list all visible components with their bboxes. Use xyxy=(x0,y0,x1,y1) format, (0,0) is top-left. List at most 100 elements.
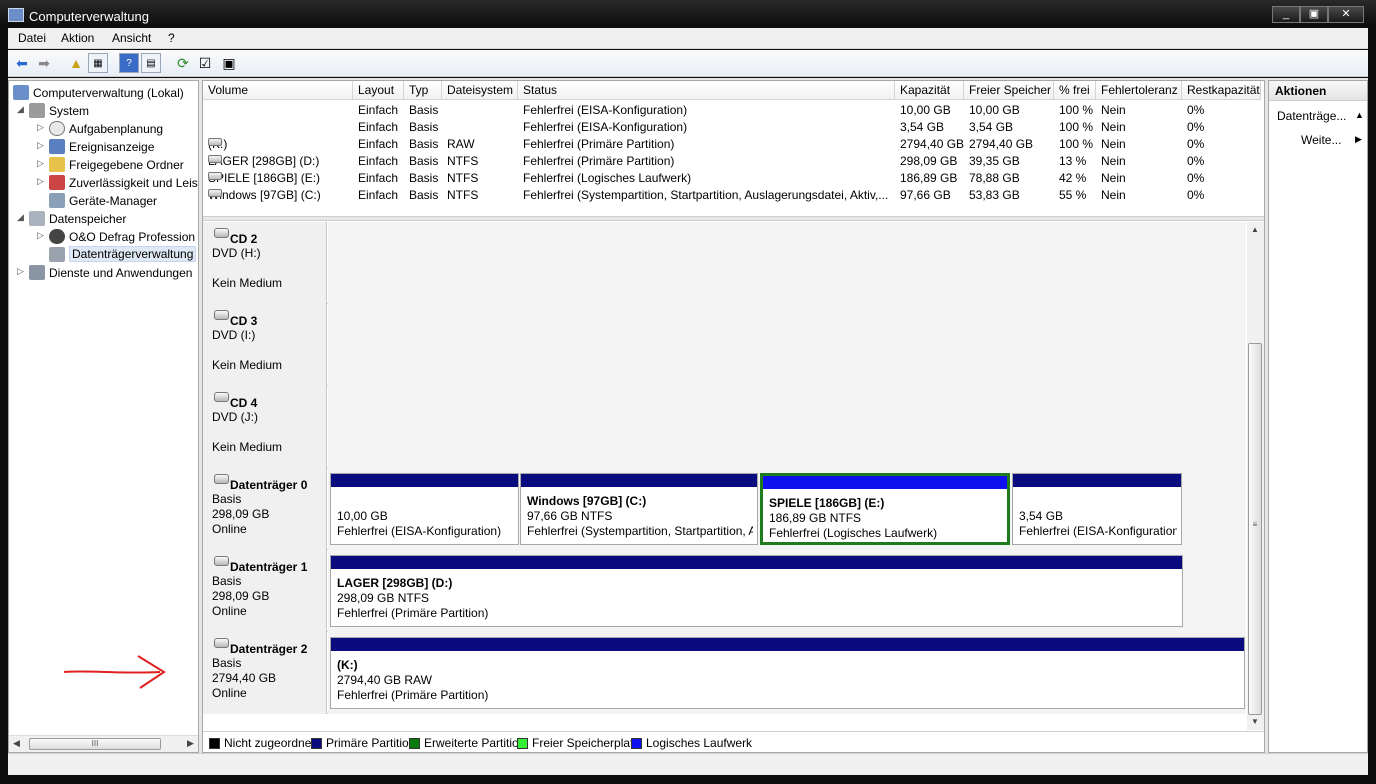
menu-datei[interactable]: Datei xyxy=(18,31,46,45)
disk-state: Online xyxy=(212,604,247,618)
partition[interactable]: Windows [97GB] (C:) 97,66 GB NTFS Fehlerfr… xyxy=(520,473,758,545)
column-dateisystem[interactable]: Dateisystem xyxy=(442,81,518,100)
maximize-button[interactable]: ▣ xyxy=(1300,6,1328,23)
action-weitere[interactable]: Weite... xyxy=(1301,133,1341,147)
up-folder-icon[interactable]: ▲ xyxy=(66,53,86,73)
shared-folder-icon xyxy=(49,157,65,172)
disk-label[interactable]: CD 2 DVD (H:) Kein Medium xyxy=(203,222,327,304)
volume-cell: Einfach xyxy=(358,120,399,134)
tree-item-geraete-manager[interactable]: Geräte-Manager xyxy=(37,192,198,210)
column-layout[interactable]: Layout xyxy=(353,81,404,100)
volume-row[interactable]: (K:) Einfach Basis RAW Fehlerfrei (Primäre P… xyxy=(203,136,1261,153)
tree-item-oo-defrag[interactable]: ▷ O&O Defrag Profession xyxy=(37,228,198,246)
tree-item-freigegebene-ordner[interactable]: ▷ Freigegebene Ordner xyxy=(37,156,198,174)
volume-cell: Basis xyxy=(409,188,439,202)
scroll-down-icon[interactable]: ▼ xyxy=(1251,717,1259,726)
actions-pane: Aktionen Datenträge... ▲ Weite... ▶ xyxy=(1268,80,1368,753)
disk-state: Kein Medium xyxy=(212,276,283,290)
disk-name: Datenträger 0 xyxy=(230,478,308,492)
disk-label[interactable]: Datenträger 0 Basis 298,09 GB Online xyxy=(203,468,327,550)
expand-arrow-icon[interactable]: ▷ xyxy=(17,266,27,277)
volume-row[interactable]: SPIELE [186GB] (E:) Einfach Basis NTFS Fehle… xyxy=(203,170,1261,187)
column-status[interactable]: Status xyxy=(518,81,895,100)
volume-name: Windows [97GB] (C:) xyxy=(208,188,321,202)
column-freier-speicher[interactable]: Freier Speicher xyxy=(964,81,1054,100)
tree-item-dienste[interactable]: ▷ Dienste und Anwendungen xyxy=(17,264,198,282)
expand-arrow-icon[interactable]: ▷ xyxy=(37,176,47,187)
back-arrow-icon[interactable]: ⬅ xyxy=(12,53,32,73)
disk-view-vertical-scrollbar[interactable]: ▲ ≡ ▼ xyxy=(1247,222,1264,730)
collapse-up-icon[interactable]: ▲ xyxy=(1355,110,1364,120)
volume-cell: Nein xyxy=(1101,154,1126,168)
volume-cell: 3,54 GB xyxy=(969,120,1014,134)
disk-label[interactable]: Datenträger 2 Basis 2794,40 GB Online xyxy=(203,632,327,714)
minimize-button[interactable]: _ xyxy=(1272,6,1300,23)
column-kapazitaet[interactable]: Kapazität xyxy=(895,81,964,100)
column-typ[interactable]: Typ xyxy=(404,81,442,100)
refresh-icon[interactable]: ⟳ xyxy=(173,53,193,73)
scroll-right-icon[interactable]: ▶ xyxy=(187,738,194,749)
scroll-thumb[interactable]: III xyxy=(29,738,161,750)
expand-arrow-icon[interactable]: ▷ xyxy=(37,230,47,241)
partition[interactable]: 10,00 GB Fehlerfrei (EISA-Konfiguration) xyxy=(330,473,519,545)
collapse-arrow-icon[interactable]: ◢ xyxy=(17,212,27,223)
volume-cell: 53,83 GB xyxy=(969,188,1020,202)
settings-icon[interactable]: ▣ xyxy=(219,53,239,73)
disk-label[interactable]: CD 3 DVD (I:) Kein Medium xyxy=(203,304,327,386)
partition[interactable]: 3,54 GB Fehlerfrei (EISA-Konfiguration xyxy=(1012,473,1182,545)
partition[interactable]: (K:) 2794,40 GB RAW Fehlerfrei (Primäre Pa… xyxy=(330,637,1245,709)
tree-item-datentraegerverwaltung[interactable]: Datenträgerverwaltung xyxy=(37,246,198,264)
close-button[interactable]: ✕ xyxy=(1328,6,1364,23)
disk-management-icon xyxy=(49,247,65,262)
column-prozent-frei[interactable]: % frei xyxy=(1054,81,1096,100)
expand-arrow-icon[interactable]: ▷ xyxy=(37,158,47,169)
tree-horizontal-scrollbar[interactable]: ◀ III ▶ xyxy=(9,735,198,752)
properties-icon[interactable]: ☑ xyxy=(195,53,215,73)
tree-item-aufgabenplanung[interactable]: ▷ Aufgabenplanung xyxy=(37,120,198,138)
scroll-up-icon[interactable]: ▲ xyxy=(1251,225,1259,234)
hard-disk-icon xyxy=(214,556,229,566)
volume-cell: RAW xyxy=(447,137,475,151)
disk-label[interactable]: CD 4 DVD (J:) Kein Medium xyxy=(203,386,327,468)
action-datentraeger[interactable]: Datenträge... xyxy=(1277,109,1346,123)
volume-cell: 0% xyxy=(1187,188,1205,202)
expand-arrow-icon[interactable]: ▷ xyxy=(37,140,47,151)
volume-name-cell: Windows [97GB] (C:) xyxy=(208,188,353,202)
partition-type-bar xyxy=(1013,474,1181,487)
menu-ansicht[interactable]: Ansicht xyxy=(112,31,151,45)
tools-icon xyxy=(29,103,45,118)
volume-cell: 0% xyxy=(1187,137,1205,151)
submenu-arrow-icon[interactable]: ▶ xyxy=(1355,134,1362,145)
partition[interactable]: SPIELE [186GB] (E:) 186,89 GB NTFS Fehlerf… xyxy=(760,473,1010,545)
tree-item-computerverwaltung[interactable]: Computerverwaltung (Lokal) xyxy=(11,84,198,102)
menu-aktion[interactable]: Aktion xyxy=(61,31,94,45)
tree-item-system[interactable]: ◢ System xyxy=(17,102,198,120)
column-fehlertoleranz[interactable]: Fehlertoleranz xyxy=(1096,81,1182,100)
menu-help[interactable]: ? xyxy=(168,31,175,45)
volume-cell: Basis xyxy=(409,171,439,185)
volume-cell: 13 % xyxy=(1059,154,1087,168)
show-hide-tree-icon[interactable]: ▦ xyxy=(88,53,108,73)
partition[interactable]: LAGER [298GB] (D:) 298,09 GB NTFS Fehlerfr… xyxy=(330,555,1183,627)
scroll-thumb[interactable]: ≡ xyxy=(1248,343,1262,715)
help-icon[interactable]: ? xyxy=(119,53,139,73)
tree-item-zuverlaessigkeit[interactable]: ▷ Zuverlässigkeit und Leis xyxy=(37,174,198,192)
collapse-arrow-icon[interactable]: ◢ xyxy=(17,104,27,115)
partition-size: 298,09 GB NTFS xyxy=(337,591,430,605)
tree-item-ereignisanzeige[interactable]: ▷ Ereignisanzeige xyxy=(37,138,198,156)
forward-arrow-icon[interactable]: ➡ xyxy=(34,53,54,73)
disk-label[interactable]: Datenträger 1 Basis 298,09 GB Online xyxy=(203,550,327,632)
column-volume[interactable]: Volume xyxy=(203,81,353,100)
volume-row[interactable]: Einfach Basis Fehlerfrei (EISA-Konfigurati… xyxy=(203,102,1261,119)
tree-item-datenspeicher[interactable]: ◢ Datenspeicher xyxy=(17,210,198,228)
expand-arrow-icon[interactable]: ▷ xyxy=(37,122,47,133)
volume-row[interactable]: Einfach Basis Fehlerfrei (EISA-Konfigurati… xyxy=(203,119,1261,136)
column-restkapazitaet[interactable]: Restkapazität xyxy=(1182,81,1261,100)
disk-name: CD 4 xyxy=(230,396,258,410)
volume-row[interactable]: Windows [97GB] (C:) Einfach Basis NTFS Fehle… xyxy=(203,187,1261,204)
volume-row[interactable]: LAGER [298GB] (D:) Einfach Basis NTFS Fehler… xyxy=(203,153,1261,170)
title-bar[interactable]: Computerverwaltung _ ▣ ✕ xyxy=(0,0,1376,28)
pane-splitter[interactable] xyxy=(203,216,1264,221)
scroll-left-icon[interactable]: ◀ xyxy=(13,738,20,749)
show-action-pane-icon[interactable]: ▤ xyxy=(141,53,161,73)
